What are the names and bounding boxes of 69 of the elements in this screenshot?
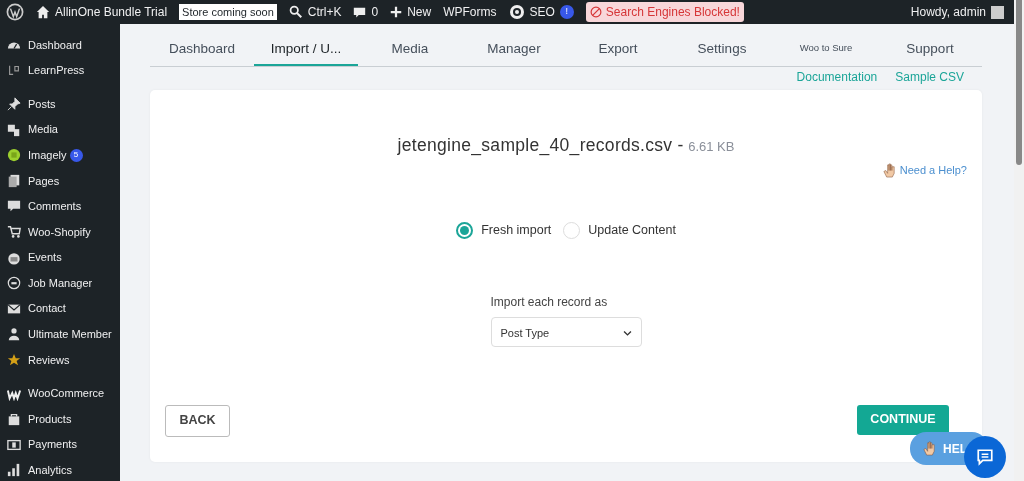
bar-chart-icon: [7, 463, 21, 478]
comment-count[interactable]: 0: [371, 3, 379, 21]
home-icon: [36, 5, 50, 19]
sidebar-item[interactable]: Comments: [0, 193, 120, 220]
search-shortcut-link[interactable]: Ctrl+K: [307, 3, 342, 21]
sidebar-item[interactable]: Posts: [0, 91, 120, 117]
cart-icon: [7, 224, 21, 239]
tab[interactable]: Import / U...: [254, 30, 358, 66]
wordpress-logo-icon[interactable]: [6, 3, 24, 21]
scrollbar-thumb[interactable]: [1016, 0, 1022, 165]
sidebar-item[interactable]: Job Manager: [0, 270, 120, 296]
site-name-link[interactable]: AllinOne Bundle Trial: [55, 3, 168, 21]
file-size: 6.61 KB: [688, 139, 735, 154]
media-icon: [7, 122, 21, 137]
sidebar-item[interactable]: Payments: [0, 431, 120, 458]
sidebar-item[interactable]: Media: [0, 116, 120, 143]
notification-badge: !: [559, 5, 574, 19]
person-icon: [7, 327, 21, 342]
sidebar-item[interactable]: Analytics: [0, 457, 120, 481]
sidebar-item[interactable]: WooCommerce: [0, 380, 120, 407]
radio-option[interactable]: Fresh import: [456, 220, 552, 240]
hand-icon: [881, 163, 897, 178]
hand-icon: [922, 441, 937, 456]
sidebar-item[interactable]: Ultimate Member: [0, 321, 120, 348]
tab[interactable]: Support: [878, 30, 982, 66]
notice-text: Search Engines Blocked!: [605, 4, 740, 21]
record-type-select[interactable]: Post Type: [490, 316, 642, 347]
avatar-icon: [991, 5, 1004, 19]
sidebar-item[interactable]: Reviews: [0, 347, 120, 373]
tab[interactable]: Manager: [462, 30, 566, 66]
chat-button[interactable]: [964, 436, 1006, 478]
help-link[interactable]: Need a Help?: [899, 162, 967, 179]
pages-icon: [7, 173, 21, 188]
bag-icon: [7, 412, 21, 427]
store-status-label: Store coming soon: [179, 3, 277, 21]
radio-button[interactable]: [456, 221, 474, 239]
tab[interactable]: Export: [566, 30, 670, 66]
sidebar-item[interactable]: Events: [0, 244, 120, 271]
sidebar-item[interactable]: Pages: [0, 167, 120, 194]
gear-icon: [508, 4, 525, 20]
sidebar-item[interactable]: LearnPress: [0, 57, 120, 84]
new-link[interactable]: New: [407, 3, 432, 21]
search-icon: [288, 5, 303, 19]
blocked-icon: [589, 6, 602, 18]
pin-icon: [7, 97, 21, 111]
plus-icon: [390, 6, 403, 18]
sidebar-item[interactable]: Contact: [0, 295, 120, 322]
search-engines-blocked-notice[interactable]: Search Engines Blocked!: [585, 2, 744, 22]
radio-option[interactable]: Update Content: [563, 220, 676, 240]
chat-icon: [976, 448, 994, 466]
tab[interactable]: Woo to Sure: [774, 30, 878, 66]
sidebar-item[interactable]: Products: [0, 406, 120, 432]
sidebar-item[interactable]: Imagely 5: [0, 142, 120, 168]
tab[interactable]: Settings: [670, 30, 774, 66]
star-icon: [7, 352, 21, 367]
wpforms-link[interactable]: WPForms: [443, 3, 497, 21]
sidebar-item[interactable]: Woo-Shopify: [0, 219, 120, 245]
comment-icon: [353, 5, 367, 19]
tab[interactable]: Media: [358, 30, 462, 66]
envelope-icon: [7, 301, 21, 316]
greeting-link[interactable]: Howdy, admin: [910, 3, 986, 21]
tab[interactable]: Dashboard: [150, 30, 254, 66]
file-name: jetengine_sample_40_records.csv -: [397, 135, 684, 155]
imagely-icon: [7, 148, 21, 163]
seo-link[interactable]: SEO: [529, 3, 555, 21]
back-button[interactable]: BACK: [165, 404, 230, 437]
field-label: Import each record as: [490, 293, 609, 311]
count-badge: 5: [69, 148, 83, 162]
sidebar-item[interactable]: Dashboard: [0, 32, 120, 58]
